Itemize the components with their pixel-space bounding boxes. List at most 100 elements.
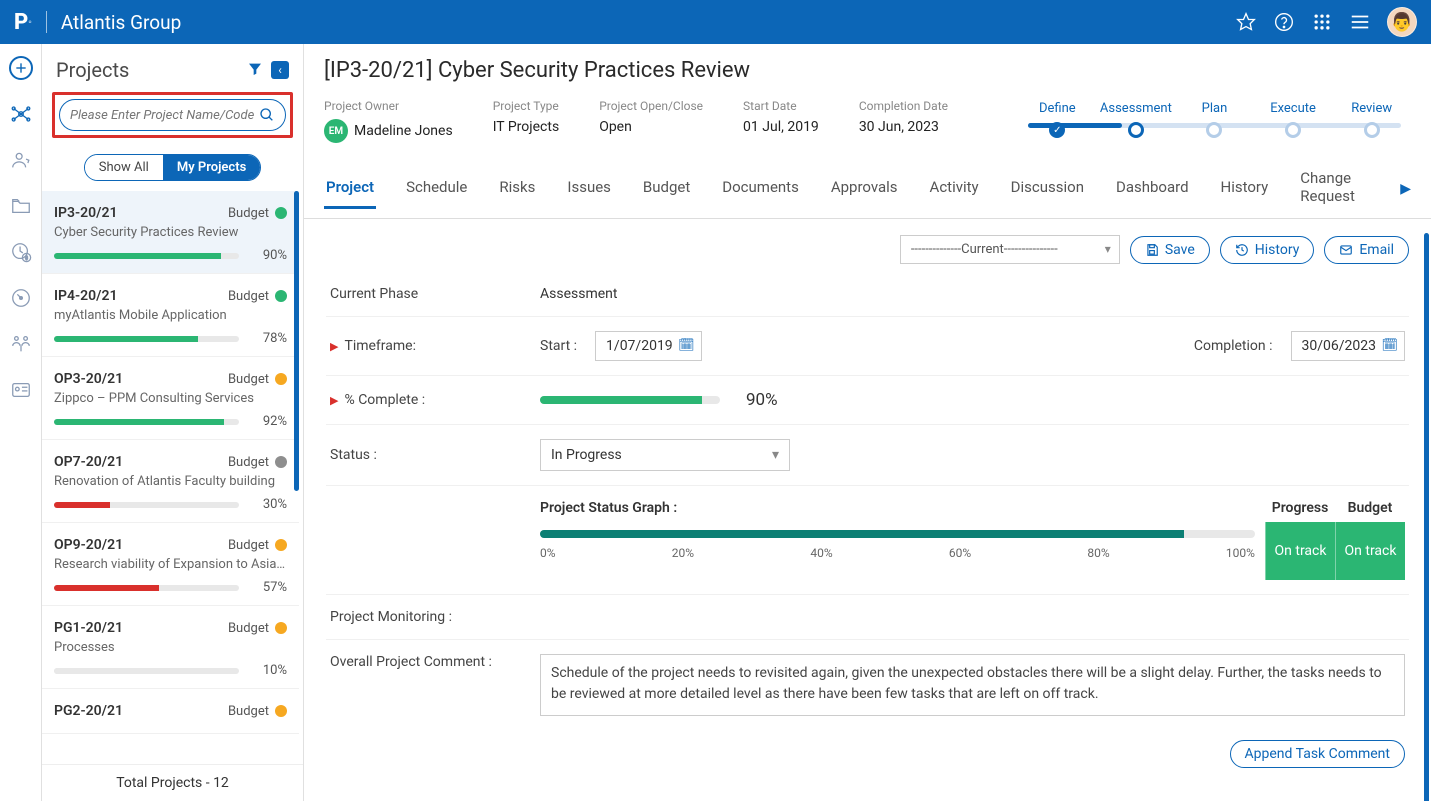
sidebar-title: Projects <box>56 58 247 82</box>
tab-change-request[interactable]: Change Request <box>1298 159 1372 218</box>
collapse-icon[interactable]: ‹ <box>271 61 289 79</box>
project-name: Renovation of Atlantis Faculty building <box>54 474 287 489</box>
people-icon[interactable] <box>9 148 33 172</box>
status-dot-icon <box>275 290 287 302</box>
project-item[interactable]: PG1-20/21BudgetProcesses10% <box>42 606 299 689</box>
tab-budget[interactable]: Budget <box>641 168 692 209</box>
status-dot-icon <box>275 373 287 385</box>
project-code: PG2-20/21 <box>54 703 228 719</box>
phase-node-icon <box>1206 122 1222 138</box>
graph-tick: 0% <box>540 546 556 560</box>
search-pill <box>59 99 286 131</box>
show-all-button[interactable]: Show All <box>85 155 163 180</box>
phase-plan[interactable]: Plan <box>1175 101 1254 138</box>
meta-row: Project Owner EM Madeline Jones Project … <box>304 93 1431 159</box>
progress-col-header: Progress <box>1265 500 1335 516</box>
tab-schedule[interactable]: Schedule <box>404 168 469 209</box>
progress-bar <box>54 336 239 342</box>
add-icon[interactable] <box>9 56 33 80</box>
phase-review[interactable]: Review <box>1332 101 1411 138</box>
help-icon[interactable] <box>1273 11 1295 33</box>
card-icon[interactable] <box>9 378 33 402</box>
project-item[interactable]: OP7-20/21Budget Renovation of Atlantis Fa… <box>42 440 299 523</box>
version-select[interactable]: --------------Current--------------- <box>900 235 1120 264</box>
project-title: [IP3-20/21] Cyber Security Practices Rev… <box>304 44 1431 93</box>
filter-icon[interactable] <box>247 61 265 79</box>
org-icon[interactable] <box>9 332 33 356</box>
history-button[interactable]: History <box>1220 236 1315 264</box>
start-label: Start Date <box>743 99 819 113</box>
phase-define[interactable]: Define <box>1018 101 1097 138</box>
project-name: Research viability of Expansion to Asian… <box>54 557 287 572</box>
tab-activity[interactable]: Activity <box>928 168 981 209</box>
current-phase-value: Assessment <box>540 286 1405 302</box>
status-label: Status : <box>330 447 540 463</box>
folder-icon[interactable] <box>9 194 33 218</box>
phase-label: Plan <box>1175 101 1254 116</box>
search-icon[interactable] <box>259 107 275 123</box>
apps-icon[interactable] <box>1311 11 1333 33</box>
tab-history[interactable]: History <box>1219 168 1271 209</box>
progress-bar <box>54 502 239 508</box>
caret-icon: ▶ <box>330 340 338 353</box>
tab-issues[interactable]: Issues <box>565 168 613 209</box>
progress-bar <box>54 253 239 259</box>
owner-label: Project Owner <box>324 99 453 113</box>
completion-inline-label: Completion : <box>1194 338 1273 354</box>
project-list[interactable]: IP3-20/21 Budget Cyber Security Practices … <box>42 191 303 764</box>
project-code: OP9-20/21 <box>54 537 228 553</box>
budget-label: Budget <box>228 455 269 470</box>
project-item[interactable]: IP3-20/21BudgetCyber Security Practices … <box>42 191 299 274</box>
app-header: P◦ Atlantis Group 👨 <box>0 0 1431 44</box>
completion-date-input[interactable]: 30/06/2023🗓 <box>1291 331 1406 361</box>
status-select[interactable]: In Progress <box>540 439 790 471</box>
graph-track <box>540 530 1255 538</box>
project-item[interactable]: OP3-20/21BudgetZippco – PPM Consulting S… <box>42 357 299 440</box>
project-name: Cyber Security Practices Review <box>54 225 287 240</box>
project-name: Processes <box>54 640 287 655</box>
project-code: IP3-20/21 <box>54 205 228 221</box>
clock-money-icon[interactable]: $ <box>9 240 33 264</box>
scrollbar[interactable] <box>1424 233 1429 801</box>
tab-project[interactable]: Project <box>324 168 376 209</box>
search-input[interactable] <box>70 108 259 123</box>
phase-track: DefineAssessmentPlanExecuteReview <box>1018 99 1411 138</box>
top-actions: --------------Current--------------- Sav… <box>326 235 1409 264</box>
menu-icon[interactable] <box>1349 11 1371 33</box>
project-item[interactable]: OP9-20/21BudgetResearch viability of Exp… <box>42 523 299 606</box>
network-icon[interactable] <box>9 102 33 126</box>
tab-documents[interactable]: Documents <box>720 168 801 209</box>
pct-value: 90% <box>746 390 778 410</box>
project-item[interactable]: IP4-20/21BudgetmyAtlantis Mobile Applica… <box>42 274 299 357</box>
phase-execute[interactable]: Execute <box>1254 101 1333 138</box>
status-dot-icon <box>275 622 287 634</box>
tab-approvals[interactable]: Approvals <box>829 168 900 209</box>
tab-risks[interactable]: Risks <box>497 168 537 209</box>
project-name: myAtlantis Mobile Application <box>54 308 287 323</box>
gauge-icon[interactable] <box>9 286 33 310</box>
my-projects-button[interactable]: My Projects <box>163 155 260 180</box>
tabs-scroll-right-icon[interactable]: ▶ <box>1400 181 1411 197</box>
pct-label: ▶% Complete : <box>330 392 540 408</box>
phase-assessment[interactable]: Assessment <box>1097 101 1176 138</box>
comment-textarea[interactable]: Schedule of the project needs to revisit… <box>540 654 1405 716</box>
star-icon[interactable] <box>1235 11 1257 33</box>
project-code: OP7-20/21 <box>54 454 228 470</box>
logo-mark: P <box>14 10 28 35</box>
project-item[interactable]: PG2-20/21Budget <box>42 689 299 734</box>
phase-label: Assessment <box>1097 101 1176 116</box>
progress-bar <box>54 668 239 674</box>
tab-discussion[interactable]: Discussion <box>1009 168 1086 209</box>
save-button[interactable]: Save <box>1130 236 1210 264</box>
budget-col-header: Budget <box>1335 500 1405 516</box>
append-comment-button[interactable]: Append Task Comment <box>1230 740 1405 768</box>
start-date-input[interactable]: 1/07/2019🗓 <box>595 331 702 361</box>
progress-pct: 10% <box>251 663 287 678</box>
progress-pct: 92% <box>251 414 287 429</box>
calendar-icon: 🗓 <box>678 338 695 353</box>
email-button[interactable]: Email <box>1324 236 1409 264</box>
sidebar: Projects ‹ Show All My Projects IP3-20/2… <box>42 44 304 801</box>
avatar[interactable]: 👨 <box>1387 7 1417 37</box>
tab-dashboard[interactable]: Dashboard <box>1114 168 1191 209</box>
budget-label: Budget <box>228 372 269 387</box>
